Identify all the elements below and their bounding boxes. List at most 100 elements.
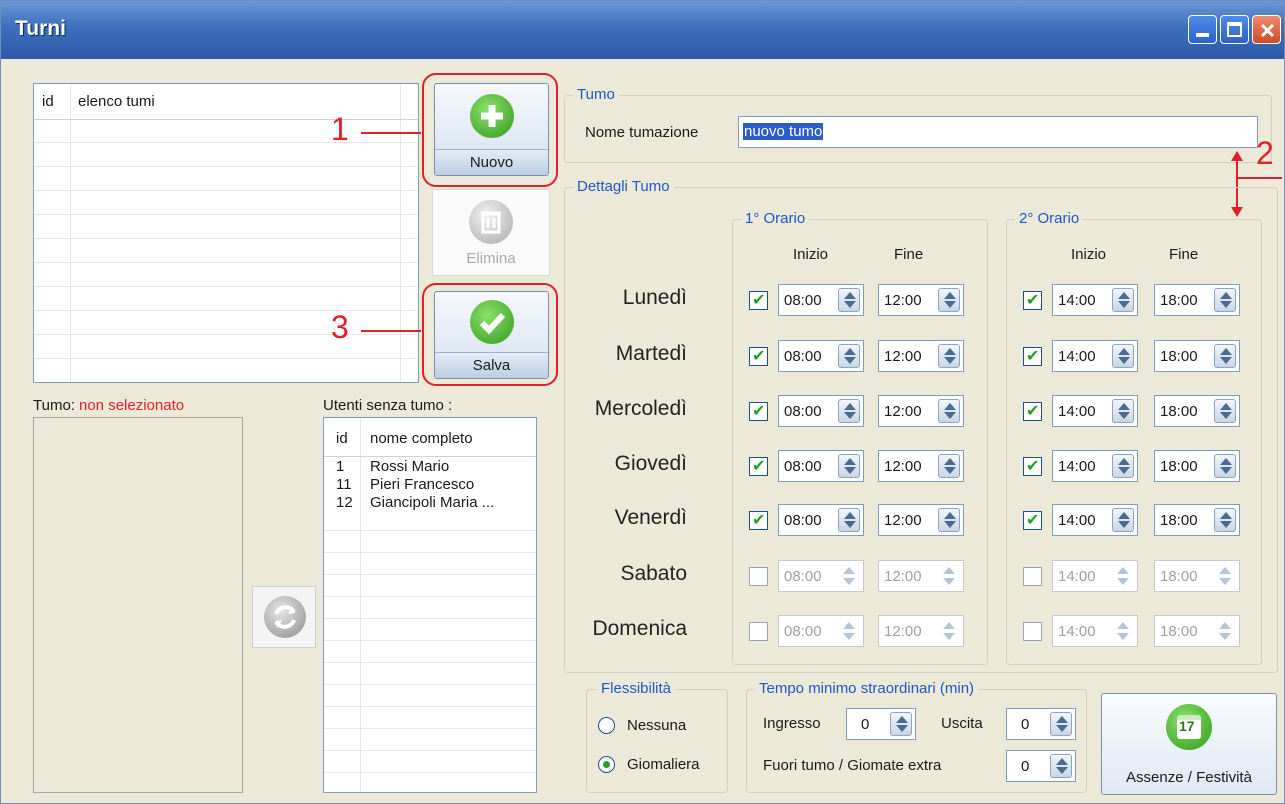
nuovo-button[interactable]: Nuovo: [434, 83, 549, 176]
day-enabled-checkbox-1[interactable]: [749, 510, 768, 530]
day-enabled-checkbox-1[interactable]: [749, 290, 768, 310]
assenze-festivita-button[interactable]: 17 Assenze / Festività: [1101, 693, 1277, 795]
spin-arrows-icon[interactable]: [1050, 754, 1072, 778]
end-time-spinner-1[interactable]: 12:00: [878, 450, 964, 482]
start-time-spinner-2[interactable]: 14:00: [1052, 560, 1138, 592]
close-button[interactable]: [1252, 15, 1281, 44]
start-time-spinner-1[interactable]: 08:00: [778, 560, 864, 592]
spin-arrows-icon[interactable]: [1112, 619, 1134, 643]
start-time-spinner-1[interactable]: 08:00: [778, 450, 864, 482]
spin-arrows-icon[interactable]: [1214, 564, 1236, 588]
day-enabled-checkbox-1[interactable]: [749, 567, 768, 586]
end-time-spinner-2[interactable]: 18:00: [1154, 450, 1240, 482]
utenti-row[interactable]: 12 Giancipoli Maria ...: [324, 494, 536, 512]
start-time-spinner-1[interactable]: 08:00: [778, 284, 864, 316]
spin-arrows-icon[interactable]: [1214, 344, 1236, 368]
start-time-spinner-2[interactable]: 14:00: [1052, 284, 1138, 316]
spin-arrows-icon[interactable]: [838, 454, 860, 478]
spin-arrows-icon[interactable]: [1112, 564, 1134, 588]
day-label: Lunedì: [622, 286, 687, 309]
spin-arrows-icon[interactable]: [938, 399, 960, 423]
elenco-turni-list[interactable]: id elenco tumi: [33, 83, 419, 383]
utenti-list[interactable]: id nome completo 1 Rossi Mario 11 Pieri …: [323, 417, 537, 793]
spin-arrows-icon[interactable]: [838, 564, 860, 588]
spin-arrows-icon[interactable]: [1214, 619, 1236, 643]
start-time-spinner-2[interactable]: 14:00: [1052, 450, 1138, 482]
spin-arrows-icon[interactable]: [838, 344, 860, 368]
start-time-spinner-1[interactable]: 08:00: [778, 340, 864, 372]
start-time-spinner-1[interactable]: 08:00: [778, 504, 864, 536]
end-time-spinner-2[interactable]: 18:00: [1154, 284, 1240, 316]
day-enabled-checkbox-2[interactable]: [1023, 290, 1042, 310]
utenti-col-name: nome completo: [370, 430, 473, 447]
spin-arrows-icon[interactable]: [1112, 344, 1134, 368]
transfer-button[interactable]: [252, 586, 316, 648]
spin-arrows-icon[interactable]: [938, 619, 960, 643]
utenti-row[interactable]: 1 Rossi Mario: [324, 458, 536, 476]
utenti-row[interactable]: 11 Pieri Francesco: [324, 476, 536, 494]
spin-arrows-icon[interactable]: [1214, 454, 1236, 478]
end-time-spinner-2[interactable]: 18:00: [1154, 395, 1240, 427]
annotation-1: 1: [331, 111, 349, 147]
spin-arrows-icon[interactable]: [938, 454, 960, 478]
start-time-spinner-2[interactable]: 14:00: [1052, 504, 1138, 536]
spin-arrows-icon[interactable]: [1112, 508, 1134, 532]
spin-arrows-icon[interactable]: [938, 288, 960, 312]
spin-arrows-icon[interactable]: [890, 712, 912, 736]
uscita-spinner[interactable]: 0: [1006, 708, 1076, 740]
ingresso-spinner[interactable]: 0: [846, 708, 916, 740]
spin-arrows-icon[interactable]: [838, 399, 860, 423]
turno-users-list[interactable]: [33, 417, 243, 793]
end-time-spinner-2[interactable]: 18:00: [1154, 340, 1240, 372]
spin-arrows-icon[interactable]: [1112, 288, 1134, 312]
maximize-button[interactable]: [1220, 15, 1249, 44]
spin-arrows-icon[interactable]: [1214, 399, 1236, 423]
day-label: Giovedì: [614, 452, 687, 475]
day-enabled-checkbox-2[interactable]: [1023, 622, 1042, 641]
spin-arrows-icon[interactable]: [1214, 508, 1236, 532]
start-time-spinner-2[interactable]: 14:00: [1052, 340, 1138, 372]
start-time-spinner-1[interactable]: 08:00: [778, 395, 864, 427]
day-enabled-checkbox-1[interactable]: [749, 456, 768, 476]
spin-arrows-icon[interactable]: [838, 288, 860, 312]
end-time-spinner-2[interactable]: 18:00: [1154, 504, 1240, 536]
spin-arrows-icon[interactable]: [938, 564, 960, 588]
spin-arrows-icon[interactable]: [938, 508, 960, 532]
end-time-spinner-1[interactable]: 12:00: [878, 284, 964, 316]
spin-arrows-icon[interactable]: [1050, 712, 1072, 736]
minimize-button[interactable]: [1188, 15, 1217, 44]
end-time-spinner-1[interactable]: 12:00: [878, 560, 964, 592]
salva-button[interactable]: Salva: [434, 291, 549, 379]
swap-icon: [264, 596, 306, 638]
radio-nessuna[interactable]: [598, 717, 615, 734]
turno-group-title: Tumo: [573, 86, 619, 103]
day-enabled-checkbox-1[interactable]: [749, 401, 768, 421]
end-time-spinner-1[interactable]: 12:00: [878, 615, 964, 647]
spin-arrows-icon[interactable]: [1112, 454, 1134, 478]
end-time-spinner-2[interactable]: 18:00: [1154, 615, 1240, 647]
start-time-spinner-1[interactable]: 08:00: [778, 615, 864, 647]
day-enabled-checkbox-2[interactable]: [1023, 346, 1042, 366]
nome-turnazione-input[interactable]: nuovo tumo: [738, 116, 1258, 148]
spin-arrows-icon[interactable]: [838, 619, 860, 643]
fuori-turno-spinner[interactable]: 0: [1006, 750, 1076, 782]
end-time-spinner-2[interactable]: 18:00: [1154, 560, 1240, 592]
elimina-button[interactable]: Elimina: [432, 189, 550, 276]
end-time-spinner-1[interactable]: 12:00: [878, 340, 964, 372]
spin-arrows-icon[interactable]: [938, 344, 960, 368]
spin-arrows-icon[interactable]: [1214, 288, 1236, 312]
title-bar[interactable]: Turni: [1, 1, 1284, 59]
day-enabled-checkbox-1[interactable]: [749, 346, 768, 366]
day-enabled-checkbox-1[interactable]: [749, 622, 768, 641]
end-time-spinner-1[interactable]: 12:00: [878, 504, 964, 536]
spin-arrows-icon[interactable]: [1112, 399, 1134, 423]
end-time-spinner-1[interactable]: 12:00: [878, 395, 964, 427]
day-enabled-checkbox-2[interactable]: [1023, 401, 1042, 421]
start-time-spinner-2[interactable]: 14:00: [1052, 615, 1138, 647]
day-enabled-checkbox-2[interactable]: [1023, 456, 1042, 476]
day-enabled-checkbox-2[interactable]: [1023, 567, 1042, 586]
radio-giornaliera[interactable]: [598, 756, 615, 773]
day-enabled-checkbox-2[interactable]: [1023, 510, 1042, 530]
spin-arrows-icon[interactable]: [838, 508, 860, 532]
start-time-spinner-2[interactable]: 14:00: [1052, 395, 1138, 427]
